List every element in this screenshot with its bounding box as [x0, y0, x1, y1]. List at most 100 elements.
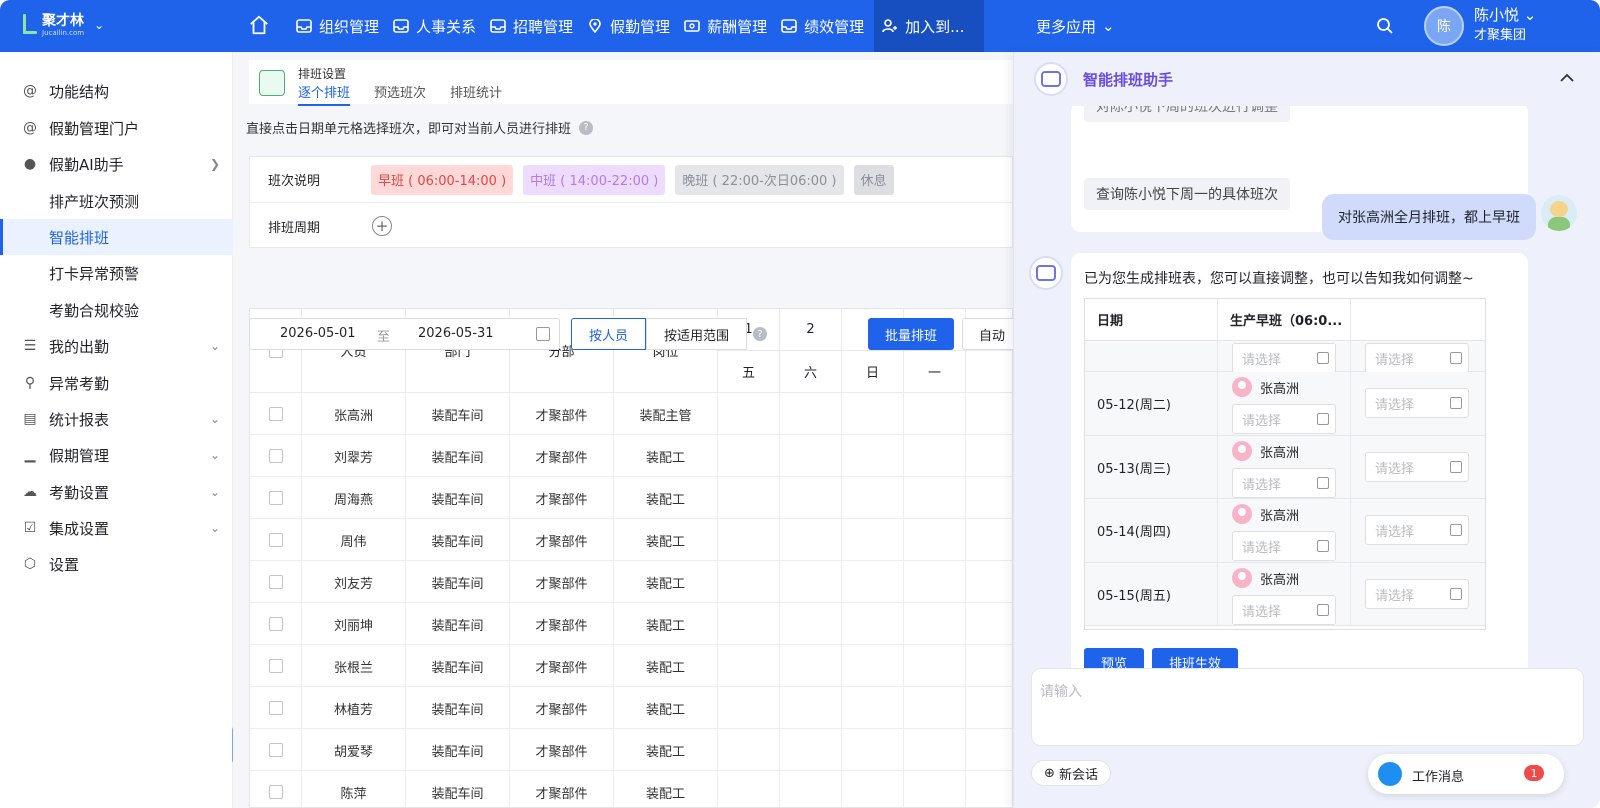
- nav-join[interactable]: 加入到...: [874, 0, 985, 52]
- chevron-up-icon[interactable]: [1559, 70, 1575, 86]
- row-checkbox[interactable]: [268, 617, 283, 631]
- chevron-down-icon[interactable]: ⌄: [94, 18, 104, 32]
- select-dropdown[interactable]: 请选择: [1365, 343, 1469, 373]
- schedule-day-cell[interactable]: [842, 729, 904, 771]
- schedule-day-cell[interactable]: [718, 687, 780, 729]
- select-dropdown[interactable]: 请选择: [1232, 343, 1336, 373]
- schedule-day-cell[interactable]: [842, 477, 904, 519]
- schedule-day-cell[interactable]: [780, 435, 842, 477]
- sidebar-item-ai-assistant[interactable]: ● 假勤AI助手 ❯: [0, 146, 233, 182]
- schedule-day-cell[interactable]: [966, 771, 1012, 807]
- home-icon[interactable]: [248, 14, 270, 36]
- schedule-day-cell[interactable]: [780, 771, 842, 807]
- by-scope-button[interactable]: 按适用范围: [646, 318, 748, 350]
- tab-statistics[interactable]: 排班统计: [450, 82, 502, 106]
- tab-individual[interactable]: 逐个排班: [298, 82, 351, 106]
- schedule-day-cell[interactable]: [718, 393, 780, 435]
- schedule-day-cell[interactable]: [904, 561, 966, 603]
- schedule-day-cell[interactable]: [718, 771, 780, 807]
- by-person-button[interactable]: 按人员: [571, 318, 647, 350]
- brand-logo[interactable]: 聚才林 Jucailin.com ⌄: [20, 12, 104, 38]
- nav-hr[interactable]: 人事关系: [389, 0, 486, 52]
- row-checkbox[interactable]: [268, 701, 283, 715]
- schedule-day-cell[interactable]: [718, 477, 780, 519]
- sidebar-item-integration[interactable]: ☑ 集成设置 ⌄: [0, 510, 233, 546]
- nav-recruit[interactable]: 招聘管理: [486, 0, 583, 52]
- schedule-day-cell[interactable]: [780, 393, 842, 435]
- schedule-day-cell[interactable]: [842, 435, 904, 477]
- row-checkbox[interactable]: [268, 659, 283, 673]
- sidebar-item-my-attendance[interactable]: ☰ 我的出勤 ⌄: [0, 328, 233, 364]
- schedule-day-cell[interactable]: [966, 519, 1012, 561]
- select-dropdown[interactable]: 请选择: [1365, 452, 1469, 482]
- nav-performance[interactable]: 绩效管理: [777, 0, 874, 52]
- nav-attendance[interactable]: 假勤管理: [583, 0, 680, 52]
- schedule-day-cell[interactable]: [842, 771, 904, 807]
- shift-chip-rest[interactable]: 休息: [853, 164, 894, 195]
- tab-preselect[interactable]: 预选班次: [374, 82, 426, 106]
- schedule-day-cell[interactable]: [718, 519, 780, 561]
- assigned-person[interactable]: 张高洲: [1232, 504, 1299, 524]
- help-icon[interactable]: ?: [753, 327, 767, 341]
- schedule-day-cell[interactable]: [904, 435, 966, 477]
- date-range-picker[interactable]: 2026-05-01 至 2026-05-31: [249, 318, 560, 350]
- sidebar-item-punch-warning[interactable]: 打卡异常预警: [0, 255, 233, 291]
- batch-schedule-button[interactable]: 批量排班: [868, 318, 954, 350]
- schedule-day-cell[interactable]: [842, 687, 904, 729]
- row-checkbox[interactable]: [268, 491, 283, 505]
- schedule-day-cell[interactable]: [966, 477, 1012, 519]
- sidebar-item-attendance-settings[interactable]: ☁ 考勤设置 ⌄: [0, 474, 233, 510]
- nav-salary[interactable]: 薪酬管理: [680, 0, 777, 52]
- schedule-day-cell[interactable]: [966, 435, 1012, 477]
- sidebar-item-forecast[interactable]: 排产班次预测: [0, 183, 233, 219]
- select-dropdown[interactable]: 请选择: [1232, 531, 1336, 561]
- schedule-day-cell[interactable]: [904, 771, 966, 807]
- schedule-day-cell[interactable]: [780, 687, 842, 729]
- new-chat-button[interactable]: ⊕ 新会话: [1031, 760, 1111, 786]
- schedule-day-cell[interactable]: [718, 603, 780, 645]
- schedule-day-cell[interactable]: [780, 477, 842, 519]
- shift-chip-morning[interactable]: 早班 ( 06:00-14:00 ): [371, 164, 514, 195]
- assigned-person[interactable]: 张高洲: [1232, 377, 1299, 397]
- schedule-day-cell[interactable]: [904, 645, 966, 687]
- schedule-day-cell[interactable]: [718, 561, 780, 603]
- schedule-day-cell[interactable]: [780, 519, 842, 561]
- row-checkbox[interactable]: [268, 575, 283, 589]
- shift-chip-night[interactable]: 晚班 ( 22:00-次日06:00 ): [675, 164, 844, 195]
- schedule-day-cell[interactable]: [718, 645, 780, 687]
- shift-chip-middle[interactable]: 中班 ( 14:00-22:00 ): [523, 164, 666, 195]
- schedule-day-cell[interactable]: [718, 435, 780, 477]
- schedule-day-cell[interactable]: [966, 729, 1012, 771]
- row-checkbox[interactable]: [268, 785, 283, 799]
- sidebar-item-holidays[interactable]: ▁ 假期管理 ⌄: [0, 437, 233, 473]
- user-avatar[interactable]: 陈: [1424, 6, 1464, 46]
- schedule-day-cell[interactable]: [842, 393, 904, 435]
- row-checkbox[interactable]: [268, 533, 283, 547]
- sidebar-item-structure[interactable]: @ 功能结构: [0, 73, 233, 109]
- select-dropdown[interactable]: 请选择: [1365, 388, 1469, 418]
- more-apps[interactable]: 更多应用 ⌄: [1036, 0, 1115, 52]
- schedule-day-cell[interactable]: [966, 393, 1012, 435]
- schedule-day-cell[interactable]: [904, 603, 966, 645]
- row-checkbox[interactable]: [268, 449, 283, 463]
- work-messages-button[interactable]: 工作消息 1: [1368, 754, 1564, 794]
- schedule-day-cell[interactable]: [904, 519, 966, 561]
- schedule-day-cell[interactable]: [966, 603, 1012, 645]
- select-dropdown[interactable]: 请选择: [1365, 515, 1469, 545]
- select-dropdown[interactable]: 请选择: [1232, 595, 1336, 625]
- chat-input[interactable]: [1040, 681, 1560, 731]
- row-checkbox[interactable]: [268, 407, 283, 421]
- schedule-day-cell[interactable]: [904, 687, 966, 729]
- suggestion-item[interactable]: 查询陈小悦下周一的具体班次: [1084, 178, 1290, 210]
- schedule-day-cell[interactable]: [904, 393, 966, 435]
- nav-org[interactable]: 组织管理: [292, 0, 389, 52]
- schedule-day-cell[interactable]: [780, 561, 842, 603]
- schedule-day-cell[interactable]: [780, 603, 842, 645]
- sidebar-item-reports[interactable]: ▤ 统计报表 ⌄: [0, 401, 233, 437]
- assigned-person[interactable]: 张高洲: [1232, 568, 1299, 588]
- add-period-button[interactable]: +: [372, 216, 392, 236]
- schedule-day-cell[interactable]: [966, 687, 1012, 729]
- select-dropdown[interactable]: 请选择: [1232, 468, 1336, 498]
- select-dropdown[interactable]: 请选择: [1365, 579, 1469, 609]
- help-icon[interactable]: ?: [579, 120, 594, 135]
